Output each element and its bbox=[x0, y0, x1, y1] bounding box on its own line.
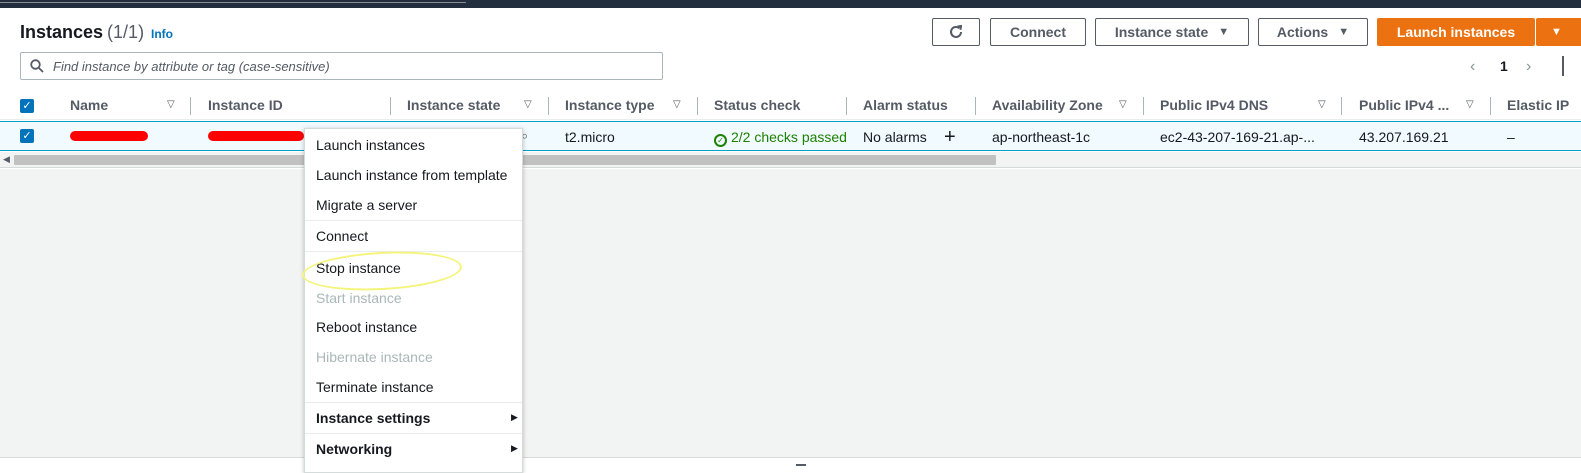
add-alarm-icon[interactable]: + bbox=[944, 126, 956, 149]
actions-button[interactable]: Actions ▼ bbox=[1258, 18, 1368, 46]
submenu-arrow-icon: ▶ bbox=[511, 412, 518, 422]
menu-item-instance-settings[interactable]: Instance settings bbox=[316, 410, 430, 426]
pagination-prev-icon[interactable]: ‹ bbox=[1470, 58, 1475, 76]
column-separator[interactable] bbox=[190, 97, 191, 115]
column-separator[interactable] bbox=[975, 97, 976, 115]
sort-caret-icon[interactable]: ▽ bbox=[524, 99, 532, 110]
menu-divider bbox=[305, 402, 522, 403]
gear-icon[interactable] bbox=[1562, 56, 1576, 76]
launch-dropdown-button[interactable]: ▼ bbox=[1536, 18, 1581, 46]
caret-down-icon: ▼ bbox=[1338, 26, 1350, 38]
column-separator[interactable] bbox=[1341, 97, 1342, 115]
connect-button-label: Connect bbox=[1010, 24, 1066, 40]
menu-item-networking[interactable]: Networking bbox=[316, 441, 392, 457]
menu-item-launch-from-template[interactable]: Launch instance from template bbox=[316, 167, 507, 183]
redacted-instance-id bbox=[208, 131, 304, 141]
sort-caret-icon[interactable]: ▽ bbox=[673, 99, 681, 110]
submenu-arrow-icon: ▶ bbox=[511, 443, 518, 453]
column-separator[interactable] bbox=[846, 97, 847, 115]
row-checkbox[interactable]: ✓ bbox=[20, 129, 34, 143]
table-header: ✓ Name ▽ Instance ID Instance state ▽ In… bbox=[0, 92, 1581, 120]
sort-caret-icon[interactable]: ▽ bbox=[1318, 99, 1326, 110]
refresh-button[interactable] bbox=[932, 18, 980, 46]
tab-strip-line bbox=[0, 0, 466, 3]
sort-caret-icon[interactable]: ▽ bbox=[1466, 99, 1474, 110]
search-icon bbox=[30, 59, 44, 73]
details-pane-area bbox=[0, 169, 1581, 457]
info-link[interactable]: Info bbox=[151, 27, 173, 41]
search-bar bbox=[20, 52, 663, 80]
pagination-page[interactable]: 1 bbox=[1500, 58, 1508, 74]
menu-item-terminate-instance[interactable]: Terminate instance bbox=[316, 379, 434, 395]
column-header-status-check[interactable]: Status check bbox=[714, 97, 800, 113]
context-menu: Launch instances Launch instance from te… bbox=[304, 128, 523, 473]
cell-public-ip: 43.207.169.21 bbox=[1359, 129, 1449, 145]
instance-count: (1/1) bbox=[107, 22, 145, 42]
column-separator[interactable] bbox=[390, 97, 391, 115]
status-check-text: 2/2 checks passed bbox=[731, 129, 847, 145]
split-pane-bar[interactable] bbox=[0, 457, 1581, 473]
page-title-text: Instances bbox=[20, 22, 104, 42]
cell-status-check: ✓ 2/2 checks passed bbox=[714, 129, 847, 147]
menu-item-hibernate-instance: Hibernate instance bbox=[316, 349, 433, 365]
column-header-availability-zone[interactable]: Availability Zone bbox=[992, 97, 1103, 113]
cell-alarm-status: No alarms bbox=[863, 129, 927, 145]
menu-divider bbox=[305, 220, 522, 221]
launch-instances-button[interactable]: Launch instances bbox=[1377, 18, 1535, 46]
select-all-checkbox[interactable]: ✓ bbox=[20, 99, 34, 113]
column-separator[interactable] bbox=[1490, 97, 1491, 115]
column-separator[interactable] bbox=[697, 97, 698, 115]
column-separator[interactable] bbox=[548, 97, 549, 115]
column-header-public-dns[interactable]: Public IPv4 DNS bbox=[1160, 97, 1268, 113]
column-header-instance-state[interactable]: Instance state bbox=[407, 97, 500, 113]
menu-item-start-instance: Start instance bbox=[316, 290, 402, 306]
instance-state-label: Instance state bbox=[1114, 24, 1209, 40]
menu-item-reboot-instance[interactable]: Reboot instance bbox=[316, 319, 417, 335]
column-separator[interactable] bbox=[1143, 97, 1144, 115]
cell-instance-type: t2.micro bbox=[565, 129, 615, 145]
column-header-instance-id[interactable]: Instance ID bbox=[208, 97, 283, 113]
actions-label: Actions bbox=[1276, 24, 1329, 40]
caret-down-icon: ▼ bbox=[1551, 26, 1562, 38]
column-header-instance-type[interactable]: Instance type bbox=[565, 97, 654, 113]
refresh-icon bbox=[950, 24, 963, 38]
sort-caret-icon[interactable]: ▽ bbox=[1119, 99, 1127, 110]
menu-item-launch-instances[interactable]: Launch instances bbox=[316, 137, 425, 153]
instance-state-button[interactable]: Instance state ▼ bbox=[1095, 18, 1249, 46]
resize-handle-icon[interactable] bbox=[796, 464, 806, 466]
redacted-name bbox=[70, 131, 148, 141]
launch-instances-label: Launch instances bbox=[1396, 24, 1516, 40]
cell-elastic-ip: – bbox=[1507, 129, 1515, 145]
check-circle-icon: ✓ bbox=[714, 134, 727, 147]
scroll-left-icon[interactable]: ◀ bbox=[3, 154, 10, 165]
page-title: Instances (1/1) bbox=[20, 22, 144, 43]
menu-item-connect[interactable]: Connect bbox=[316, 228, 368, 244]
connect-button[interactable]: Connect bbox=[990, 18, 1086, 46]
menu-item-migrate-server[interactable]: Migrate a server bbox=[316, 197, 417, 213]
pagination-next-icon[interactable]: › bbox=[1526, 58, 1531, 76]
cell-availability-zone: ap-northeast-1c bbox=[992, 129, 1091, 145]
column-header-alarm-status[interactable]: Alarm status bbox=[863, 97, 948, 113]
menu-divider bbox=[305, 433, 522, 434]
search-input[interactable] bbox=[53, 56, 653, 76]
horizontal-scrollbar[interactable]: ◀ bbox=[0, 152, 1581, 168]
table-row[interactable]: ✓ ⌕ t2.micro ✓ 2/2 checks passed No alarm… bbox=[0, 121, 1581, 151]
column-header-elastic-ip[interactable]: Elastic IP bbox=[1507, 97, 1569, 113]
column-header-name[interactable]: Name bbox=[70, 97, 108, 113]
caret-down-icon: ▼ bbox=[1218, 26, 1230, 38]
browser-top-bar bbox=[0, 0, 1581, 8]
instances-header: Instances (1/1) Info Connect Instance sta… bbox=[0, 8, 1581, 92]
sort-caret-icon[interactable]: ▽ bbox=[167, 99, 175, 110]
cell-public-dns: ec2-43-207-169-21.ap-... bbox=[1160, 129, 1315, 145]
column-header-public-ip[interactable]: Public IPv4 ... bbox=[1359, 97, 1449, 113]
